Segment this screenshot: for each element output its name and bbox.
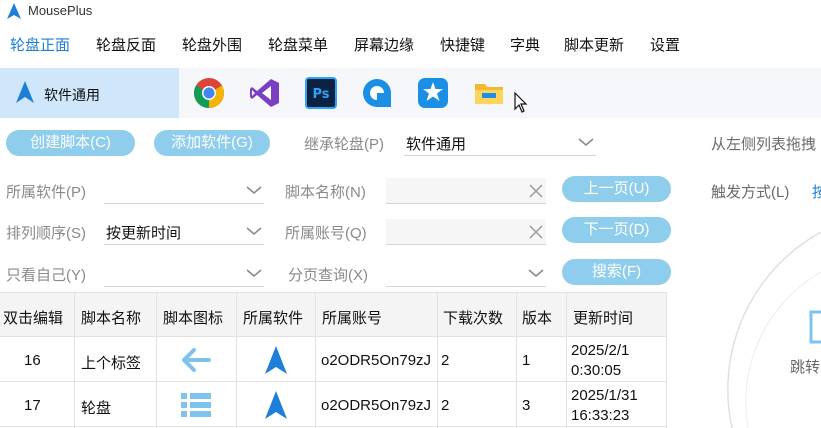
column-header[interactable]: 所属软件 [243, 307, 303, 328]
script-name-label: 脚本名称(N) [285, 184, 366, 201]
jump-label: 跳转 [790, 359, 821, 376]
search-button[interactable]: 搜索(F) [562, 259, 671, 285]
table-row[interactable]: 16 上个标签 o2ODR5On79zJ 2 1 2025/2/1 0:30:0… [0, 337, 667, 382]
table-row[interactable]: 17 轮盘 o2ODR5On79zJ 2 3 2025/1/31 16:33:2… [0, 382, 667, 427]
tab-screen-edge[interactable]: 屏幕边缘 [354, 34, 414, 55]
arrow-left-icon [182, 348, 211, 372]
quicklook-icon[interactable] [361, 77, 393, 109]
tab-script-update[interactable]: 脚本更新 [564, 34, 624, 55]
list-icon [181, 393, 211, 417]
row-downloads: 2 [441, 397, 450, 414]
chevron-down-icon [528, 269, 544, 277]
script-table: 双击编辑 脚本名称 脚本图标 所属软件 所属账号 下载次数 版本 更新时间 16… [0, 292, 667, 428]
column-header[interactable]: 所属账号 [322, 307, 382, 328]
row-updated-date: 2025/2/1 [571, 342, 630, 359]
visual-studio-icon[interactable] [249, 77, 281, 109]
row-downloads: 2 [441, 352, 450, 369]
app-logo-icon [265, 391, 287, 419]
software-item-general[interactable]: 软件通用 [0, 68, 179, 118]
tab-wheel-menu[interactable]: 轮盘菜单 [268, 34, 328, 55]
chevron-down-icon [246, 227, 262, 235]
chevron-down-icon [246, 186, 262, 194]
prev-page-button[interactable]: 上一页(U) [562, 176, 671, 202]
chrome-icon[interactable] [193, 77, 225, 109]
account-input[interactable] [386, 219, 546, 245]
tab-hotkeys[interactable]: 快捷键 [440, 34, 485, 55]
column-header[interactable]: 下载次数 [443, 307, 503, 328]
column-header[interactable]: 更新时间 [573, 307, 633, 328]
trigger-mode-value[interactable]: 按 [812, 181, 821, 202]
sort-order-select[interactable]: 按更新时间 [104, 219, 264, 245]
column-header[interactable]: 脚本名称 [81, 307, 141, 328]
title-bar: MousePlus [0, 0, 821, 24]
row-account: o2ODR5On79zJ [321, 352, 432, 369]
trigger-mode-label: 触发方式(L) [711, 184, 790, 201]
clear-icon[interactable] [528, 224, 544, 240]
column-header[interactable]: 双击编辑 [3, 307, 63, 328]
software-strip: 软件通用 Ps [0, 68, 821, 118]
row-account: o2ODR5On79zJ [321, 397, 432, 414]
window-title: MousePlus [28, 3, 93, 18]
tab-dictionary[interactable]: 字典 [510, 34, 540, 55]
chevron-down-icon [246, 269, 262, 277]
tab-settings[interactable]: 设置 [650, 34, 680, 55]
app-logo-icon [265, 346, 287, 374]
row-updated-date: 2025/1/31 [571, 387, 638, 404]
tab-wheel-front[interactable]: 轮盘正面 [10, 34, 70, 55]
sort-order-label: 排列顺序(S) [6, 225, 86, 242]
software-item-label: 软件通用 [44, 87, 100, 103]
row-updated-time: 16:33:23 [571, 407, 630, 424]
row-script-name: 轮盘 [81, 400, 112, 417]
only-mine-select[interactable] [104, 261, 264, 287]
next-page-button[interactable]: 下一页(D) [562, 217, 671, 243]
row-version: 1 [522, 352, 531, 369]
drag-hint: 从左侧列表拖拽 [711, 136, 817, 153]
clear-icon[interactable] [528, 183, 544, 199]
page-query-label: 分页查询(X) [288, 267, 368, 284]
tab-wheel-outer[interactable]: 轮盘外围 [182, 34, 242, 55]
page-query-select[interactable] [386, 261, 546, 287]
wheel-preview: 跳转 [712, 232, 821, 428]
only-mine-label: 只看自己(Y) [6, 267, 86, 284]
inherit-wheel-value: 软件通用 [406, 136, 467, 153]
inherit-wheel-label: 继承轮盘(P) [304, 136, 384, 153]
baidu-netdisk-icon[interactable] [417, 77, 449, 109]
sort-order-value: 按更新时间 [106, 225, 182, 242]
inherit-wheel-select[interactable]: 软件通用 [404, 130, 596, 156]
column-header[interactable]: 版本 [522, 307, 552, 328]
chevron-down-icon [578, 138, 594, 146]
row-version: 3 [522, 397, 531, 414]
row-script-name: 上个标签 [81, 355, 142, 372]
add-software-button[interactable]: 添加软件(G) [154, 130, 270, 156]
file-explorer-icon[interactable] [473, 77, 505, 109]
app-logo-icon [16, 81, 34, 103]
photoshop-icon[interactable]: Ps [305, 77, 337, 109]
main-menu: 轮盘正面 轮盘反面 轮盘外围 轮盘菜单 屏幕边缘 快捷键 字典 脚本更新 设置 [0, 34, 821, 58]
script-name-input[interactable] [386, 178, 546, 204]
jump-icon [809, 310, 821, 344]
create-script-button[interactable]: 创建脚本(C) [6, 130, 135, 156]
tab-wheel-back[interactable]: 轮盘反面 [96, 34, 156, 55]
row-updated-time: 0:30:05 [571, 362, 622, 379]
software-filter-select[interactable] [104, 178, 264, 204]
account-label: 所属账号(Q) [285, 225, 367, 242]
app-logo-icon [7, 3, 21, 19]
svg-text:Ps: Ps [312, 87, 329, 102]
row-id: 17 [24, 397, 41, 414]
mouse-cursor-icon [514, 92, 528, 113]
row-id: 16 [24, 352, 41, 369]
column-header[interactable]: 脚本图标 [163, 307, 223, 328]
software-filter-label: 所属软件(P) [6, 184, 86, 201]
wheel-outline [727, 232, 821, 428]
